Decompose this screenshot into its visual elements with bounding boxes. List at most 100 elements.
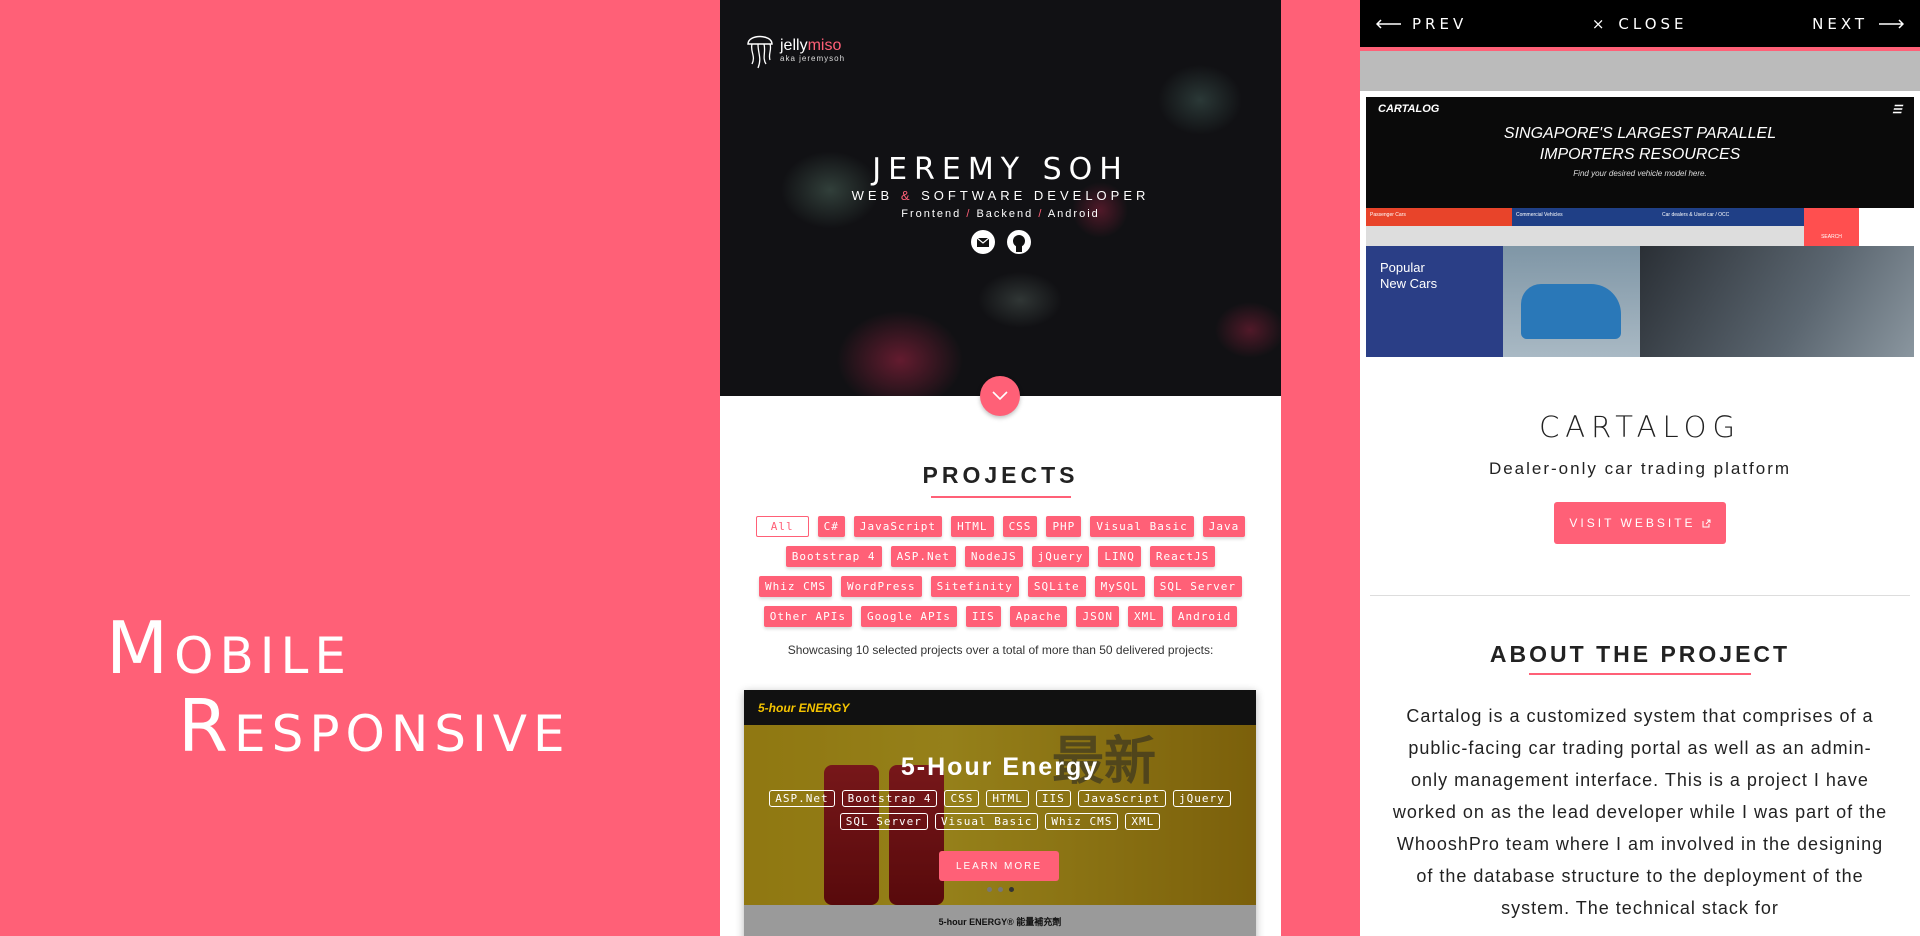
filter-html[interactable]: HTML: [951, 516, 994, 537]
logo-name-b: miso: [807, 36, 842, 54]
close-button[interactable]: × CLOSE: [1592, 15, 1688, 33]
popular-new-cars-tile: Popular New Cars: [1366, 246, 1503, 357]
jellyfish-logo-icon: [747, 35, 773, 69]
filter-android[interactable]: Android: [1171, 606, 1238, 627]
project-filters: All C# JavaScript HTML CSS PHP Visual Ba…: [751, 516, 1251, 627]
screenshot-search-bar: Passenger Cars Commercial Vehicles Car d…: [1366, 208, 1914, 246]
close-icon: ×: [1591, 14, 1609, 33]
hero-name: JEREMY SOH: [872, 152, 1129, 187]
carousel-dots: [744, 887, 1256, 892]
filter-json[interactable]: JSON: [1076, 606, 1119, 627]
chevron-down-icon: [992, 391, 1008, 401]
card-title: 5-Hour Energy: [900, 753, 1100, 781]
card-tag: HTML: [986, 790, 1029, 807]
hero-social-icons: [720, 229, 1281, 255]
card-tag: Visual Basic: [934, 813, 1039, 830]
filter-sqlite[interactable]: SQLite: [1027, 576, 1086, 597]
filter-mysql[interactable]: MySQL: [1094, 576, 1145, 597]
projects-underline: [930, 496, 1071, 498]
carousel-dot[interactable]: [1008, 887, 1014, 892]
hero-role: WEB & SOFTWARE DEVELOPER: [851, 188, 1150, 203]
logo-name-a: jelly: [780, 36, 808, 54]
phone-project-detail-preview: PREV × CLOSE NEXT CARTALOG ☰ SINGAPORE'S…: [1360, 0, 1920, 936]
car-image: [1640, 246, 1914, 357]
filter-whiz-cms[interactable]: Whiz CMS: [759, 576, 833, 597]
title-line-2: Responsive: [178, 684, 571, 768]
filter-java[interactable]: Java: [1202, 516, 1246, 537]
phone-home-preview: jellymiso aka jeremysoh JEREMY SOH WEB &…: [720, 0, 1281, 936]
card-tag: Whiz CMS: [1045, 813, 1119, 830]
mobile-responsive-title: Mobile Responsive: [106, 612, 571, 762]
card-tag: ASP.Net: [769, 790, 835, 807]
project-card[interactable]: 5-hour ENERGY 最新 5-Hour Energy ASP.Net B…: [744, 690, 1256, 936]
car-image: [1503, 246, 1640, 357]
filter-apache[interactable]: Apache: [1009, 606, 1068, 627]
card-caption: 5-hour ENERGY® 能量補充劑: [744, 905, 1256, 936]
logo-text: jellymiso aka jeremysoh: [780, 36, 846, 63]
filter-other-apis[interactable]: Other APIs: [763, 606, 852, 627]
carousel-dot[interactable]: [997, 887, 1003, 892]
screenshot-logo: CARTALOG: [1378, 103, 1440, 115]
project-nav-bar: PREV × CLOSE NEXT: [1360, 0, 1920, 47]
card-tag: IIS: [1035, 790, 1071, 807]
filter-sql-server[interactable]: SQL Server: [1153, 576, 1242, 597]
section-divider: [1370, 595, 1910, 596]
project-title: CARTALOG: [1539, 410, 1741, 444]
filter-nodejs[interactable]: NodeJS: [964, 546, 1023, 567]
about-underline: [1529, 673, 1751, 675]
filter-xml[interactable]: XML: [1127, 606, 1163, 627]
card-brand-logo: 5-hour ENERGY: [758, 700, 850, 715]
card-tag: CSS: [944, 790, 980, 807]
project-screenshot: CARTALOG ☰ SINGAPORE'S LARGEST PARALLEL …: [1366, 97, 1914, 357]
card-tag: XML: [1125, 813, 1161, 830]
hero-skills: Frontend / Backend / Android: [901, 208, 1100, 220]
filter-wordpress[interactable]: WordPress: [841, 576, 922, 597]
filter-sitefinity[interactable]: Sitefinity: [930, 576, 1019, 597]
prev-button[interactable]: PREV: [1376, 15, 1467, 33]
screenshot-car-tiles: Popular New Cars: [1366, 246, 1914, 357]
about-heading: ABOUT THE PROJECT: [1489, 641, 1791, 667]
filter-javascript[interactable]: JavaScript: [853, 516, 943, 537]
site-logo[interactable]: jellymiso aka jeremysoh: [744, 28, 845, 72]
screenshot-headline: SINGAPORE'S LARGEST PARALLEL IMPORTERS R…: [1503, 125, 1777, 163]
card-tag: jQuery: [1172, 790, 1231, 807]
github-icon[interactable]: [1006, 229, 1032, 255]
filter-all[interactable]: All: [755, 516, 809, 537]
visit-website-button[interactable]: VISIT WEBSITE: [1554, 502, 1726, 544]
hamburger-icon: ☰: [1892, 103, 1902, 116]
screenshot-subline: Find your desired vehicle model here.: [1573, 169, 1707, 178]
filter-css[interactable]: CSS: [1002, 516, 1038, 537]
card-tags: ASP.Net Bootstrap 4 CSS HTML IIS JavaScr…: [764, 790, 1236, 830]
scroll-down-button[interactable]: [980, 376, 1020, 416]
showcase-text: Showcasing 10 selected projects over a t…: [787, 643, 1214, 657]
filter-jquery[interactable]: jQuery: [1031, 546, 1090, 567]
project-subtitle: Dealer-only car trading platform: [1488, 459, 1792, 478]
carousel-dot[interactable]: [986, 887, 992, 892]
logo-aka: aka jeremysoh: [780, 53, 846, 63]
email-icon[interactable]: [970, 229, 996, 255]
arrow-left-icon: [1376, 18, 1401, 29]
filter-php[interactable]: PHP: [1046, 516, 1082, 537]
learn-more-button[interactable]: LEARN MORE: [939, 851, 1059, 881]
card-tag: SQL Server: [839, 813, 928, 830]
title-line-1: Mobile: [106, 606, 352, 690]
filter-visual-basic[interactable]: Visual Basic: [1090, 516, 1194, 537]
filter-csharp[interactable]: C#: [817, 516, 845, 537]
card-screenshot-topbar: 5-hour ENERGY: [744, 690, 1256, 725]
filter-bootstrap-4[interactable]: Bootstrap 4: [785, 546, 882, 567]
filter-linq[interactable]: LINQ: [1098, 546, 1141, 567]
hero-section: jellymiso aka jeremysoh JEREMY SOH WEB &…: [720, 0, 1281, 416]
background-strip: [1360, 51, 1920, 91]
external-link-icon: [1702, 519, 1711, 527]
next-button[interactable]: NEXT: [1812, 15, 1904, 33]
filter-reactjs[interactable]: ReactJS: [1149, 546, 1216, 567]
filter-google-apis[interactable]: Google APIs: [861, 606, 957, 627]
projects-heading: PROJECTS: [922, 462, 1079, 488]
about-text: Cartalog is a customized system that com…: [1392, 706, 1888, 918]
card-tag: Bootstrap 4: [841, 790, 938, 807]
screenshot-header: CARTALOG ☰: [1366, 97, 1914, 121]
card-tag: JavaScript: [1077, 790, 1166, 807]
filter-iis[interactable]: IIS: [965, 606, 1001, 627]
arrow-right-icon: [1879, 18, 1904, 29]
filter-aspnet[interactable]: ASP.Net: [890, 546, 956, 567]
